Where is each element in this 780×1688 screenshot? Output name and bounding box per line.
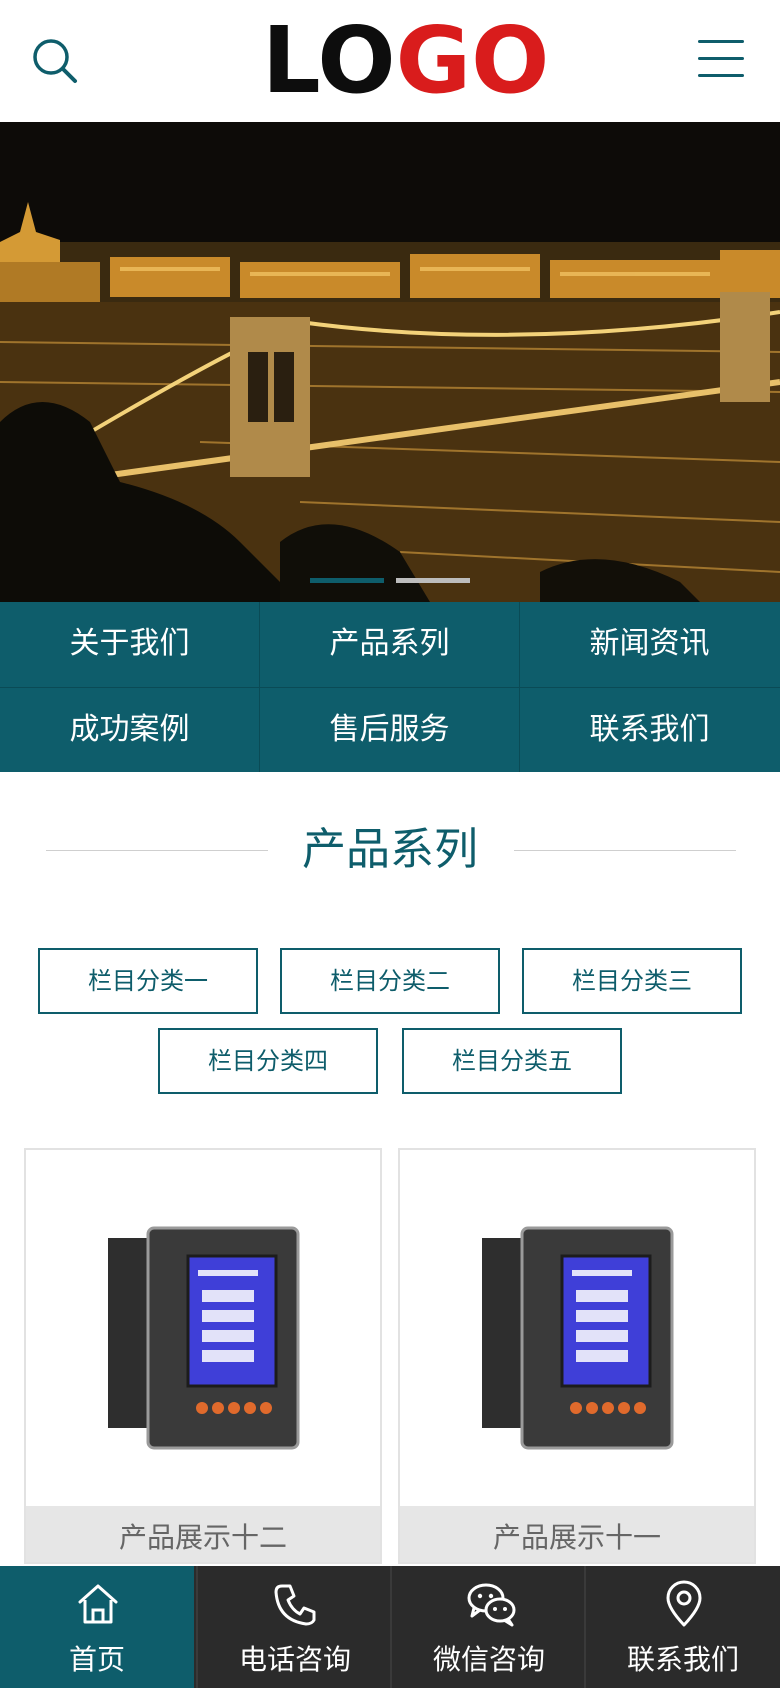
- product-card[interactable]: 产品展示十一: [398, 1148, 756, 1564]
- category-button-3[interactable]: 栏目分类三: [522, 948, 742, 1014]
- wechat-icon: [467, 1583, 516, 1627]
- section-title-line-right: [514, 850, 736, 851]
- product-image: [482, 1226, 674, 1450]
- banner-dot-2[interactable]: [396, 578, 470, 583]
- nav-item-about[interactable]: 关于我们: [0, 602, 259, 686]
- category-button-4[interactable]: 栏目分类四: [158, 1028, 378, 1094]
- category-button-5[interactable]: 栏目分类五: [402, 1028, 622, 1094]
- product-name: 产品展示十二: [26, 1506, 380, 1562]
- product-name: 产品展示十一: [400, 1506, 754, 1562]
- category-button-2[interactable]: 栏目分类二: [280, 948, 500, 1014]
- banner-dot-1[interactable]: [310, 578, 384, 583]
- tab-contact[interactable]: 联系我们: [586, 1566, 780, 1688]
- tab-phone[interactable]: 电话咨询: [198, 1566, 392, 1688]
- phone-icon: [274, 1584, 316, 1626]
- tab-label: 电话咨询: [238, 1643, 351, 1676]
- hamburger-menu-icon: [698, 40, 744, 77]
- logo-text-dark: LO: [262, 7, 396, 114]
- location-pin-icon: [666, 1580, 702, 1627]
- tab-home[interactable]: 首页: [0, 1566, 194, 1688]
- site-logo[interactable]: LOGO: [262, 15, 549, 107]
- tab-label: 首页: [68, 1643, 125, 1676]
- nav-item-cases[interactable]: 成功案例: [0, 688, 259, 772]
- main-nav-grid: 关于我们 产品系列 新闻资讯 成功案例 售后服务 联系我们: [0, 602, 780, 772]
- category-button-1[interactable]: 栏目分类一: [38, 948, 258, 1014]
- tab-wechat[interactable]: 微信咨询: [392, 1566, 586, 1688]
- logo-text-red: GO: [395, 7, 550, 114]
- nav-item-service[interactable]: 售后服务: [260, 688, 519, 772]
- menu-button[interactable]: [698, 40, 744, 82]
- tab-label: 联系我们: [626, 1643, 739, 1676]
- tab-label: 微信咨询: [432, 1643, 545, 1676]
- hero-banner[interactable]: [0, 122, 780, 602]
- product-card[interactable]: 产品展示十二: [24, 1148, 382, 1564]
- nav-item-contact[interactable]: 联系我们: [520, 688, 779, 772]
- nav-item-news[interactable]: 新闻资讯: [520, 602, 779, 686]
- bottom-tab-bar: 首页 电话咨询 微信咨询 联系我们: [0, 1566, 780, 1688]
- banner-image: [0, 122, 780, 602]
- search-button[interactable]: [30, 36, 80, 86]
- home-icon: [78, 1584, 118, 1624]
- nav-item-products[interactable]: 产品系列: [260, 602, 519, 686]
- search-icon: [33, 39, 77, 83]
- site-header: LOGO: [0, 0, 780, 122]
- product-image: [108, 1226, 300, 1450]
